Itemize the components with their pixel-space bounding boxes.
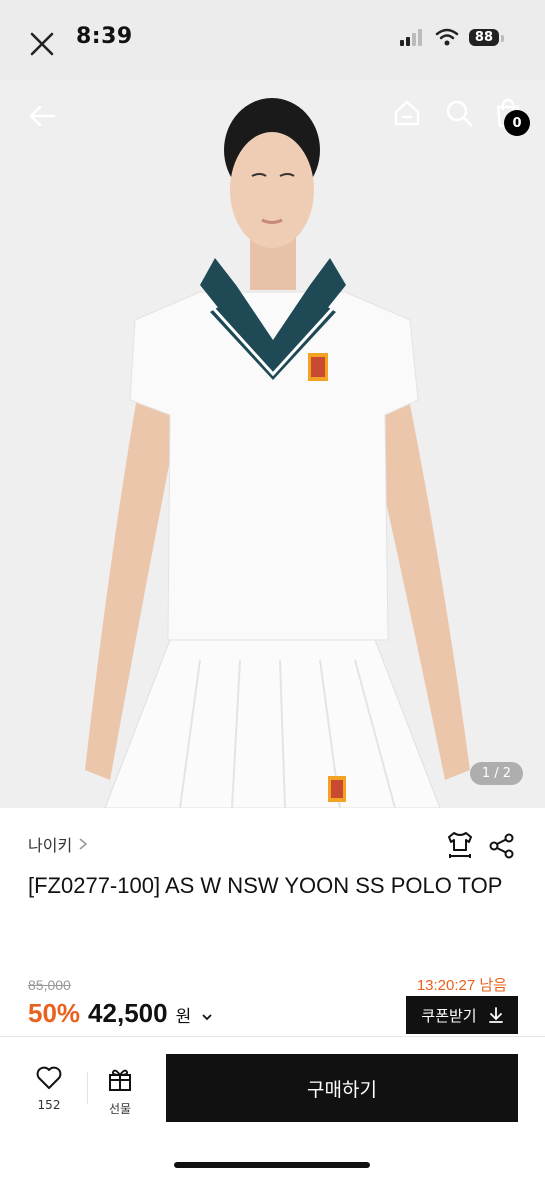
- discount-rate: 50%: [28, 998, 81, 1028]
- search-icon[interactable]: [444, 98, 474, 128]
- image-page-indicator: 1 / 2: [469, 762, 523, 785]
- image-header: 0: [0, 80, 545, 150]
- product-title: [FZ0277-100] AS W NSW YOON SS POLO TOP: [28, 873, 503, 898]
- status-time: 8:39: [76, 24, 133, 49]
- bottom-action-bar: 152 선물 구매하기: [0, 1038, 545, 1200]
- sale-price: 42,500: [88, 998, 168, 1028]
- buy-button-label: 구매하기: [307, 1078, 377, 1101]
- buy-button[interactable]: 구매하기: [166, 1054, 518, 1122]
- price-row: 50% 42,500 원: [28, 998, 213, 1029]
- download-icon: [488, 1007, 503, 1023]
- home-indicator[interactable]: [174, 1162, 370, 1168]
- currency-label: 원: [175, 1007, 192, 1027]
- divider: [87, 1072, 88, 1104]
- gift-label: 선물: [108, 1102, 132, 1116]
- cart-count-badge: 0: [504, 110, 530, 136]
- system-icons: 88: [399, 28, 505, 46]
- status-bar: 8:39 88: [0, 0, 545, 80]
- back-arrow-icon[interactable]: [26, 100, 58, 132]
- like-button[interactable]: 152: [30, 1066, 68, 1112]
- close-icon[interactable]: [26, 28, 58, 60]
- coupon-countdown: 13:20:27 남음: [416, 977, 507, 994]
- product-image-gallery[interactable]: 0 1 / 2: [0, 80, 545, 808]
- coupon-button-label: 쿠폰받기: [421, 1006, 477, 1025]
- share-icon[interactable]: [488, 832, 516, 860]
- heart-icon: [36, 1066, 62, 1089]
- original-price: 85,000: [28, 977, 71, 993]
- product-photo: [0, 80, 545, 808]
- chevron-right-icon: [79, 838, 88, 850]
- gift-button[interactable]: 선물: [100, 1066, 140, 1117]
- signal-icon: [399, 29, 422, 46]
- wifi-icon: [435, 28, 459, 46]
- size-guide-icon[interactable]: [446, 830, 474, 860]
- like-count: 152: [37, 1098, 61, 1112]
- home-icon[interactable]: [392, 98, 422, 128]
- battery-icon: 88: [468, 28, 505, 46]
- divider: [0, 1036, 545, 1037]
- gift-icon: [109, 1069, 131, 1091]
- brand-name: 나이키: [28, 836, 73, 855]
- coupon-download-button[interactable]: 쿠폰받기: [406, 996, 518, 1034]
- brand-link[interactable]: 나이키: [28, 832, 88, 856]
- chevron-down-icon[interactable]: [201, 1012, 213, 1022]
